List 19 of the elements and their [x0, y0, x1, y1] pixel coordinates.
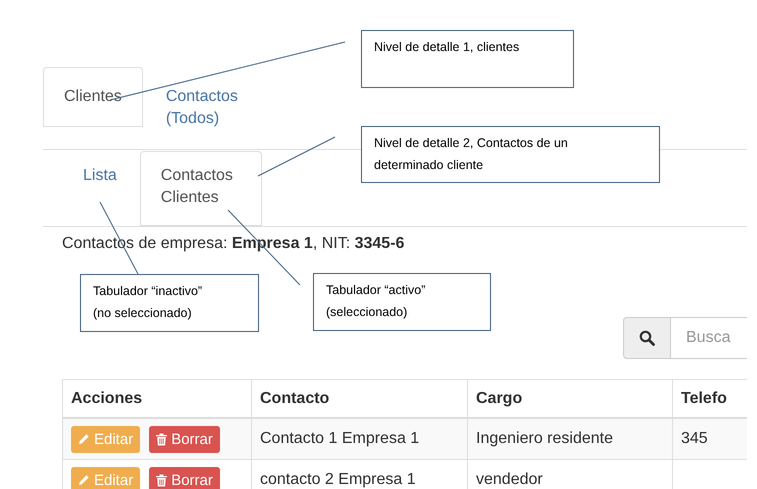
table-cell: Contacto 1 Empresa 1 [252, 418, 468, 460]
trash-icon [156, 474, 168, 486]
delete-button[interactable]: Borrar [149, 466, 220, 489]
callout-note: Tabulador “inactivo” (no seleccionado) [80, 274, 259, 332]
tab[interactable]: Contactos Clientes [140, 151, 262, 226]
pencil-icon [78, 433, 90, 445]
search-field[interactable]: Busca [671, 317, 747, 359]
delete-button[interactable]: Borrar [149, 426, 220, 452]
callout-note: Tabulador “activo” (seleccionado) [313, 273, 491, 331]
trash-icon [156, 432, 168, 446]
search-icon [639, 330, 655, 346]
table-cell: 345 [672, 418, 747, 460]
tab[interactable]: Lista [62, 151, 138, 204]
tab[interactable]: Contactos (Todos) [144, 67, 267, 149]
tab[interactable]: Clientes [43, 67, 143, 127]
callout-note: Nivel de detalle 2, Contactos de un determinado cliente [361, 126, 660, 183]
callout-note: Nivel de detalle 1, clientes [361, 30, 574, 88]
table-cell: Ingeniero residente [468, 418, 672, 460]
pencil-icon [78, 474, 90, 486]
